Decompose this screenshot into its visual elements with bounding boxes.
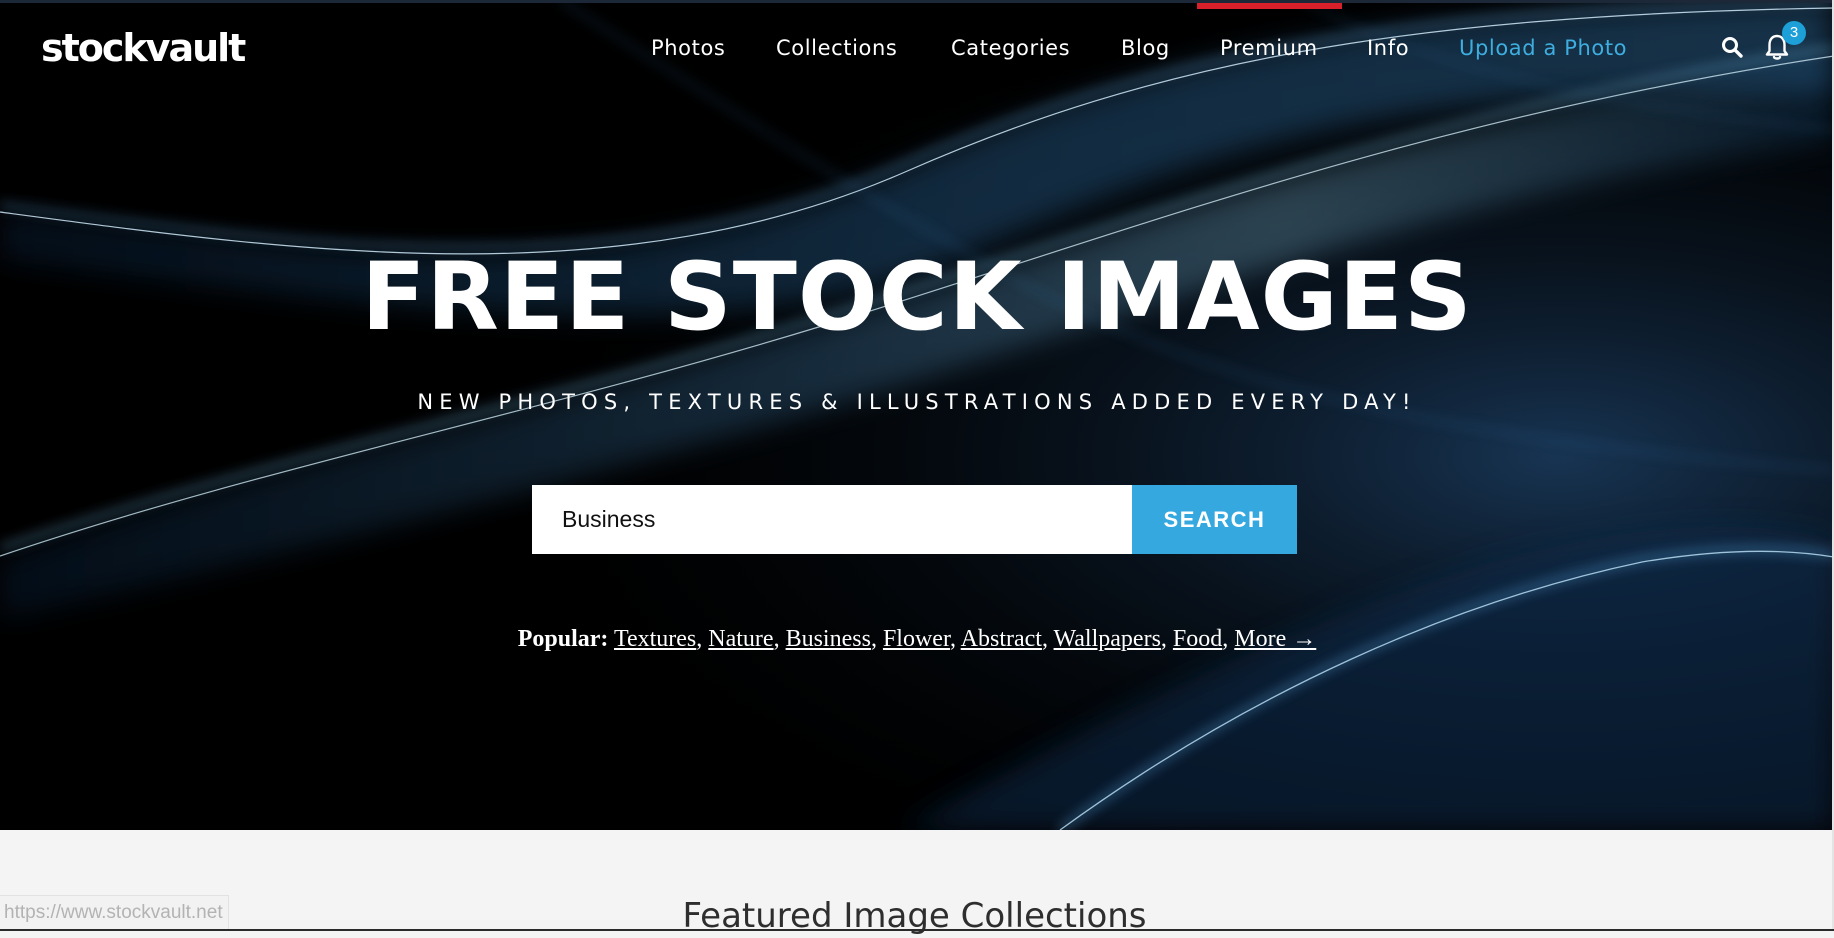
nav-photos[interactable]: Photos (651, 34, 725, 62)
search-input[interactable] (532, 485, 1132, 554)
popular-link-food[interactable]: Food (1173, 626, 1222, 652)
nav-premium[interactable]: Premium (1220, 34, 1318, 62)
nav-blog[interactable]: Blog (1121, 34, 1170, 62)
notification-count-badge: 3 (1782, 21, 1806, 45)
search-form: SEARCH (532, 485, 1297, 554)
popular-link-flower[interactable]: Flower (883, 626, 950, 652)
status-bar-url: https://www.stockvault.net (0, 895, 229, 931)
popular-link-nature[interactable]: Nature (708, 626, 773, 652)
popular-link-textures[interactable]: Textures (614, 626, 696, 652)
popular-link-business[interactable]: Business (786, 626, 871, 652)
nav-info[interactable]: Info (1367, 34, 1409, 62)
popular-searches: Popular: Textures, Nature, Business, Flo… (517, 626, 1317, 652)
premium-active-indicator (1197, 3, 1342, 9)
nav-collections[interactable]: Collections (776, 34, 897, 62)
nav-upload-photo[interactable]: Upload a Photo (1459, 34, 1627, 62)
search-icon[interactable] (1720, 35, 1744, 59)
top-border (0, 0, 1834, 3)
nav-categories[interactable]: Categories (951, 34, 1070, 62)
hero-subtitle: NEW PHOTOS, TEXTURES & ILLUSTRATIONS ADD… (417, 390, 1417, 414)
hero-title: FREE STOCK IMAGES (361, 243, 1473, 352)
featured-collections-heading: Featured Image Collections (682, 896, 1147, 936)
popular-link-wallpapers[interactable]: Wallpapers (1054, 626, 1161, 652)
search-button[interactable]: SEARCH (1132, 485, 1297, 554)
popular-link-abstract[interactable]: Abstract (961, 626, 1042, 652)
site-logo[interactable]: stockvault (41, 24, 246, 72)
popular-link-more[interactable]: More → (1234, 626, 1316, 652)
hero-section: stockvault Photos Collections Categories… (0, 0, 1834, 830)
popular-label: Popular: (517, 626, 609, 652)
